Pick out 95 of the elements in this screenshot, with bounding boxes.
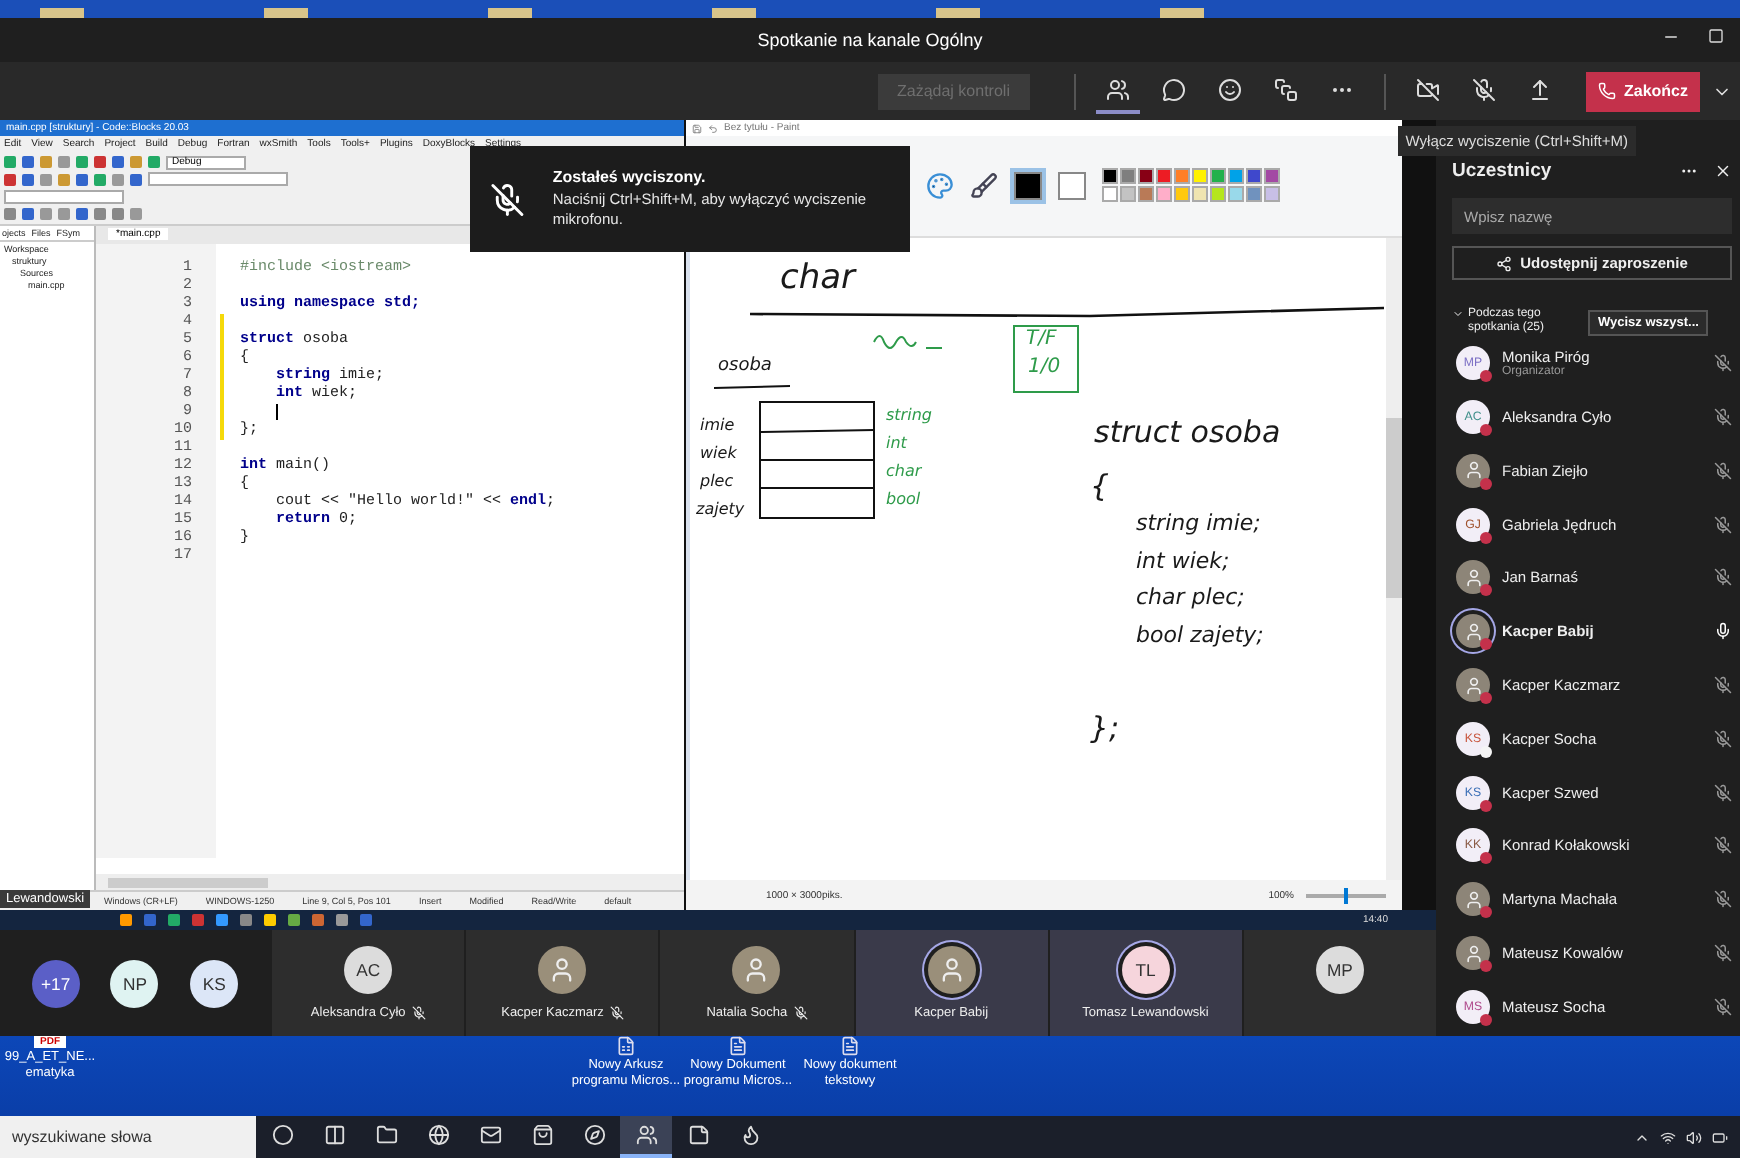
handwritten-text: string (886, 407, 932, 424)
handwritten-text: struct osoba (1094, 417, 1281, 448)
handwritten-text: T/F (1026, 329, 1057, 350)
toast-title: Zostałeś wyciszony. (552, 167, 708, 186)
rooms-icon (1273, 77, 1298, 101)
color-swatch[interactable] (1264, 168, 1280, 185)
mic-off-icon (1471, 77, 1496, 101)
wifi-icon[interactable] (1660, 1129, 1676, 1145)
avatar[interactable]: KS (190, 959, 239, 1007)
person-icon (1463, 943, 1483, 964)
handwritten-text: bool (886, 491, 921, 508)
color-swatch[interactable] (1192, 186, 1208, 203)
color-swatch[interactable] (1228, 168, 1244, 185)
color-swatch[interactable] (1156, 186, 1172, 203)
color-swatch[interactable] (1174, 168, 1190, 185)
file-icon (616, 1036, 636, 1056)
color-swatch[interactable] (1138, 186, 1154, 203)
handwritten-text: int (886, 435, 907, 452)
brush-icon[interactable] (970, 171, 998, 200)
vertical-scrollbar[interactable] (1386, 237, 1402, 881)
avatar: AC (344, 946, 393, 994)
handwritten-text: plec (700, 473, 734, 490)
color-swatch[interactable] (1156, 168, 1172, 185)
color-swatch[interactable] (1264, 186, 1280, 203)
color-swatch[interactable] (1192, 168, 1208, 185)
handwritten-text: osoba (718, 357, 772, 376)
color-swatch[interactable] (1246, 168, 1262, 185)
color-swatch[interactable] (1174, 186, 1190, 203)
person-icon (548, 956, 577, 984)
avatar: MP (1315, 946, 1364, 994)
person-icon (1463, 567, 1483, 588)
person-icon (1463, 675, 1483, 696)
handwritten-text: zajety (696, 501, 745, 518)
mic-off-icon (490, 179, 525, 219)
handwritten-text: bool zajety; (1136, 623, 1264, 646)
color-swatch[interactable] (1120, 168, 1136, 185)
color-swatch[interactable] (1210, 186, 1226, 203)
color-swatch[interactable] (1102, 186, 1118, 203)
handwritten-text: string imie; (1136, 511, 1261, 534)
reactions-icon (1217, 77, 1242, 101)
handwritten-text: wiek (700, 445, 737, 462)
handwritten-text: 1/0 (1028, 357, 1061, 378)
save-icon[interactable] (692, 123, 702, 133)
chat-icon (1161, 77, 1186, 101)
color-swatch[interactable] (1138, 168, 1154, 185)
maximize-icon[interactable] (1708, 28, 1724, 44)
scribble-drawing (873, 334, 943, 349)
people-icon (1105, 77, 1130, 101)
avatar: TL (1121, 946, 1170, 994)
person-icon (742, 956, 771, 984)
handwritten-text: char plec; (1136, 585, 1245, 608)
person-icon (1463, 621, 1483, 642)
box-drawing (1013, 324, 1079, 393)
video-tile[interactable]: MP (1241, 930, 1437, 1036)
scope-dropdown[interactable] (4, 189, 124, 204)
handwritten-text: char (780, 261, 856, 296)
phone-icon (1597, 82, 1616, 100)
color-swatch[interactable] (1102, 168, 1118, 185)
window-title: Spotkanie na kanale Ogólny (757, 30, 983, 50)
avatar[interactable]: +17 (31, 959, 80, 1007)
upload-icon (1527, 77, 1552, 101)
avatar[interactable]: NP (110, 959, 159, 1007)
file-icon (840, 1036, 860, 1056)
table-drawing (759, 400, 875, 519)
color-swatch[interactable] (1120, 186, 1136, 203)
color-swatch[interactable] (1246, 186, 1262, 203)
people-icon[interactable] (620, 1116, 672, 1158)
close-icon[interactable] (1714, 162, 1732, 180)
handwritten-text: imie (700, 417, 735, 434)
search-field[interactable]: wyszukiwane słowa (0, 1116, 256, 1158)
person-icon (1463, 460, 1483, 481)
palette-icon[interactable] (926, 171, 954, 200)
active-color-swatch[interactable] (1014, 171, 1042, 200)
drawing-canvas[interactable]: char osoba T/F 1/0 imie wiek plec zajety string int char bool struct osoba { string imie; int wiek; char plec; bool zajety; }; (690, 237, 1386, 881)
battery-icon[interactable] (1712, 1129, 1728, 1145)
person-icon (1463, 889, 1483, 910)
share-icon (1496, 255, 1513, 271)
handwritten-text: { (1090, 471, 1110, 502)
undo-icon[interactable] (708, 123, 718, 133)
underline-drawing (713, 384, 791, 389)
handwritten-text: char (886, 463, 922, 480)
camera-off-icon (1415, 77, 1440, 101)
zoom-slider[interactable] (1306, 893, 1386, 898)
secondary-color-swatch[interactable] (1058, 171, 1086, 200)
file-icon (728, 1036, 748, 1056)
panel-title: Uczestnicy (1452, 160, 1552, 182)
handwritten-text: int wiek; (1136, 549, 1230, 572)
color-swatch[interactable] (1228, 186, 1244, 203)
search-dropdown[interactable] (148, 172, 288, 187)
handwritten-text: }; (1090, 713, 1120, 744)
person-icon (937, 956, 966, 984)
end-call-button[interactable]: Zakończ (1585, 71, 1700, 111)
chevron-icon[interactable] (1452, 308, 1464, 320)
color-swatch[interactable] (1210, 168, 1226, 185)
volume-icon[interactable] (1686, 1129, 1702, 1145)
